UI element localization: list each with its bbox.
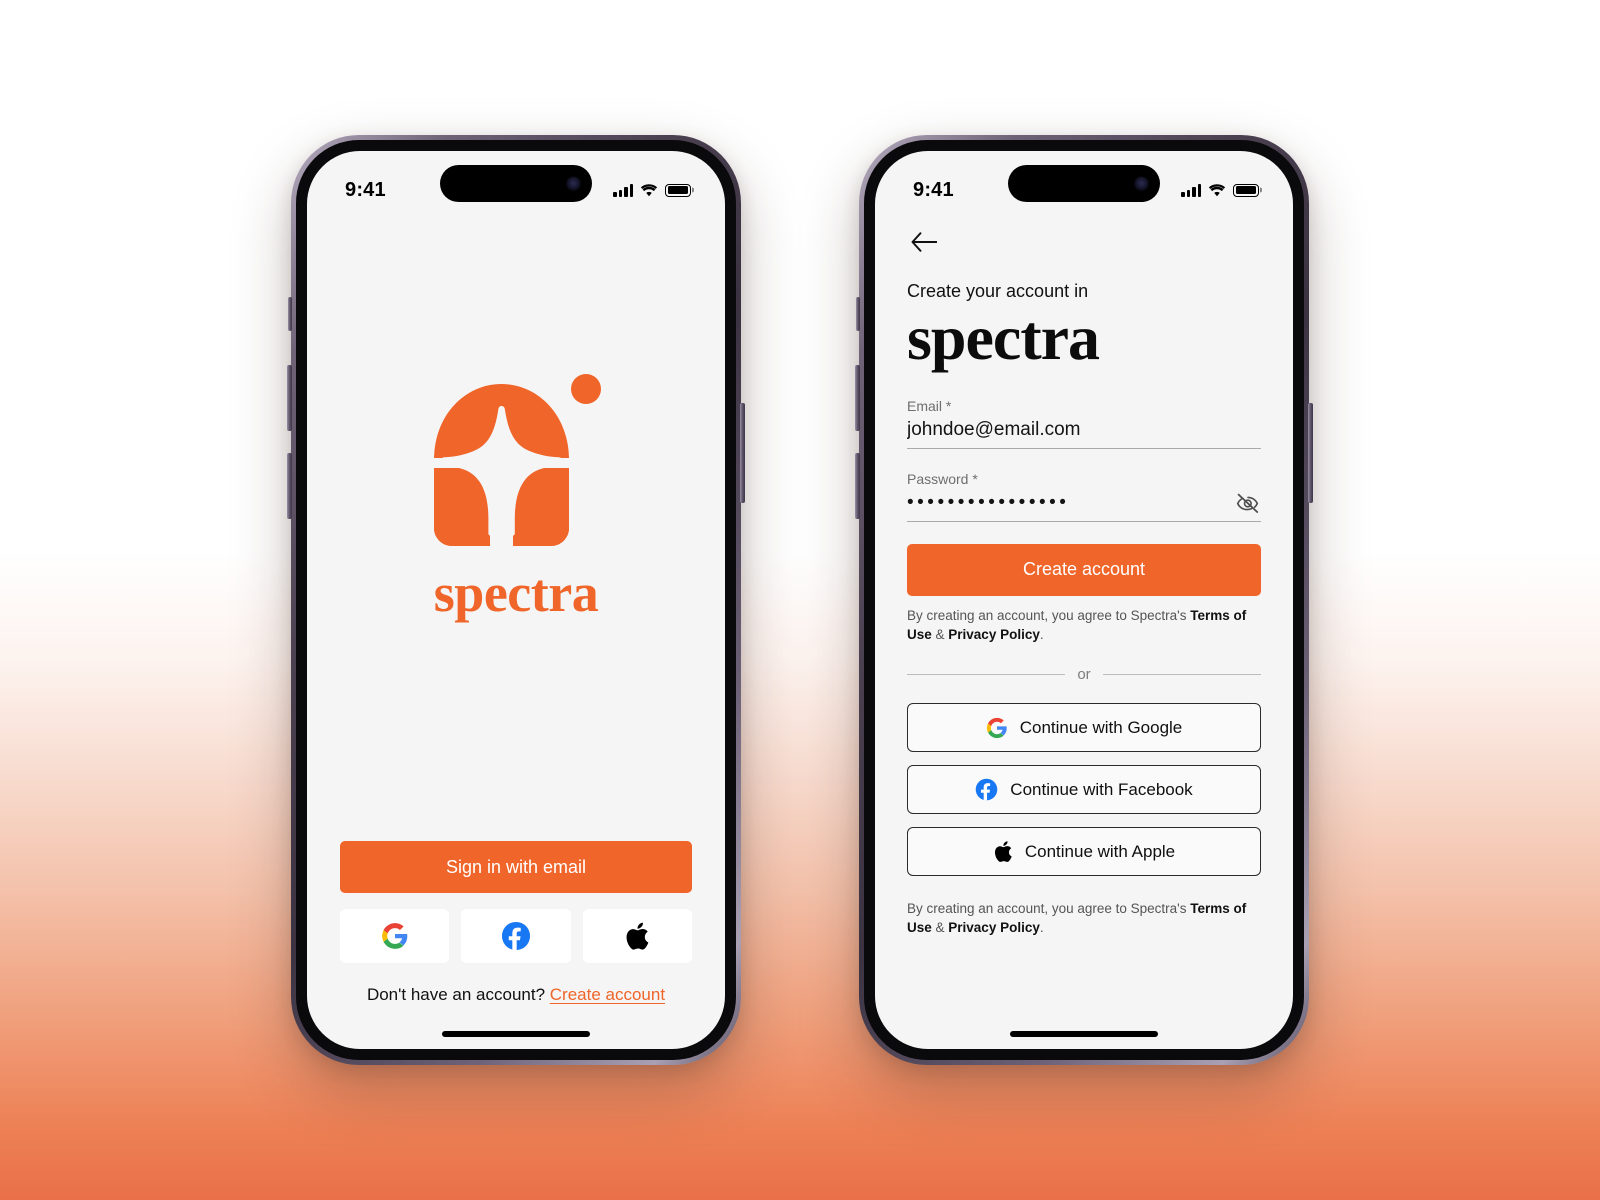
battery-full-icon [1233,183,1259,197]
password-visibility-toggle[interactable] [1235,492,1261,514]
create-account-button[interactable]: Create account [907,543,1261,596]
terms-conjunction: & [931,626,949,642]
volume-down-button[interactable] [855,453,860,519]
signin-actions: Sign in with email Don't have an account… [340,841,692,1005]
continue-with-google-label: Continue with Google [1019,717,1183,737]
password-field-label: Password * [907,470,978,487]
home-indicator[interactable] [442,1031,590,1037]
create-account-link[interactable]: Create account [550,985,665,1004]
signup-kicker: Create your account in [907,281,1089,301]
wifi-icon [1208,183,1226,196]
email-input[interactable] [907,418,1261,441]
email-field-group: Email * [907,398,1261,449]
volume-down-button[interactable] [287,453,292,519]
privacy-policy-link[interactable]: Privacy Policy [948,627,1040,642]
battery-full-icon [665,183,691,197]
create-account-prompt: Don't have an account? Create account [340,985,692,1005]
email-field-label: Email * [907,397,952,414]
google-icon [986,717,1007,738]
status-bar-indicators [613,183,691,197]
power-button[interactable] [1308,403,1313,503]
power-button[interactable] [740,403,745,503]
screen-signin: 9:41 spectra Sign in with email Don't ha… [307,151,725,1049]
status-bar-time: 9:41 [345,178,386,201]
cellular-signal-icon [1181,184,1201,197]
terms-notice-top: By creating an account, you agree to Spe… [907,606,1261,644]
phone-bezel: 9:41 [864,140,1304,1060]
divider-line-right [1102,674,1261,676]
terms-lead-text: By creating an account, you agree to Spe… [907,607,1191,623]
apple-sign-in-button[interactable] [582,909,692,963]
status-bar-indicators [1181,183,1259,197]
arrow-left-icon [911,232,937,252]
signup-wordmark: spectra [907,302,1100,373]
signup-content: Create your account in spectra Email * P… [875,215,1293,1049]
continue-with-apple-label: Continue with Apple [1024,841,1176,861]
mute-switch[interactable] [288,297,292,331]
mute-switch[interactable] [856,297,860,331]
phone-device-signup: 9:41 Create your account in spectra Emai… [855,135,1313,1065]
continue-with-google-button[interactable]: Continue with Google [907,703,1261,753]
or-divider: or [907,666,1261,683]
continue-with-apple-button[interactable]: Continue with Apple [907,827,1261,877]
volume-up-button[interactable] [855,365,860,431]
brand-wordmark: spectra [433,563,599,623]
terms-trailing: . [1039,626,1044,642]
brand-lockup: spectra [340,215,692,841]
phone-mockup-stage: 9:41 spectra Sign in with email Don't ha… [0,0,1600,1200]
apple-icon [626,922,649,950]
sign-in-with-email-button[interactable]: Sign in with email [340,841,692,893]
password-input[interactable]: •••••••••••••••• [907,492,1227,514]
volume-up-button[interactable] [287,365,292,431]
status-bar-time: 9:41 [913,178,954,201]
privacy-policy-link[interactable]: Privacy Policy [948,920,1040,935]
eye-off-icon [1236,493,1259,513]
google-sign-in-button[interactable] [340,909,450,963]
divider-line-left [907,674,1066,676]
terms-conjunction: & [931,920,949,936]
cellular-signal-icon [613,184,633,197]
facebook-icon [976,778,998,801]
facebook-icon [501,921,531,951]
terms-trailing: . [1039,920,1044,936]
spectra-logo-mark [434,374,601,547]
social-sign-in-row [340,909,692,963]
password-field-line: •••••••••••••••• [907,492,1261,522]
screen-signup: 9:41 Create your account in spectra Emai… [875,151,1293,1049]
continue-with-facebook-button[interactable]: Continue with Facebook [907,765,1261,815]
home-indicator[interactable] [1010,1031,1158,1037]
wifi-icon [640,183,658,196]
signin-content: spectra Sign in with email Don't have an… [307,215,725,1049]
create-account-prompt-text: Don't have an account? [366,985,546,1004]
google-icon [381,923,407,949]
terms-notice-bottom: By creating an account, you agree to Spe… [907,899,1261,937]
apple-icon [994,841,1012,863]
phone-bezel: 9:41 [296,140,736,1060]
facebook-sign-in-button[interactable] [461,909,571,963]
back-button[interactable] [907,225,941,259]
continue-with-facebook-label: Continue with Facebook [1010,779,1193,799]
terms-lead-text: By creating an account, you agree to Spe… [907,901,1191,917]
status-bar: 9:41 [875,151,1293,215]
divider-label: or [1077,666,1091,684]
email-field-line [907,418,1261,449]
status-bar: 9:41 [307,151,725,215]
password-field-group: Password * •••••••••••••••• [907,471,1261,522]
phone-device-signin: 9:41 spectra Sign in with email Don't ha… [287,135,745,1065]
